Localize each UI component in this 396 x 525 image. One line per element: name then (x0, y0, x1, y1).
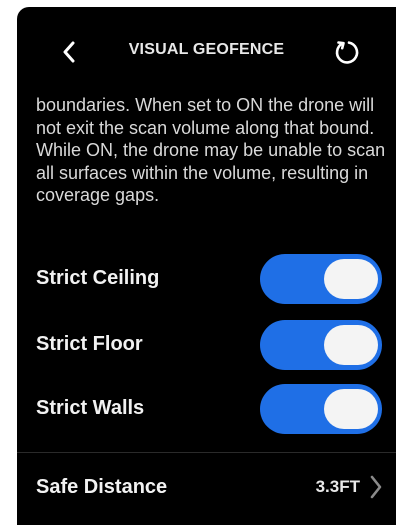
toggle-knob (324, 259, 378, 299)
chevron-right-icon (366, 471, 386, 503)
strict-walls-toggle[interactable] (260, 384, 382, 434)
strict-floor-row: Strict Floor (36, 320, 382, 370)
safe-distance-label: Safe Distance (36, 476, 168, 498)
toggle-knob (324, 389, 378, 429)
safe-distance-value: 3.3FT (315, 477, 360, 496)
strict-walls-label: Strict Walls (36, 397, 145, 419)
strict-ceiling-row: Strict Ceiling (36, 254, 382, 304)
strict-floor-toggle[interactable] (260, 320, 382, 370)
reset-icon (335, 41, 359, 64)
divider (17, 452, 396, 453)
geofence-panel: VISUAL GEOFENCE boundaries. When set to … (17, 7, 396, 525)
header: VISUAL GEOFENCE (17, 35, 396, 69)
strict-ceiling-label: Strict Ceiling (36, 267, 160, 289)
description-text: boundaries. When set to ON the drone wil… (36, 95, 386, 206)
strict-floor-label: Strict Floor (36, 333, 143, 355)
strict-walls-row: Strict Walls (36, 384, 382, 434)
safe-distance-row[interactable]: Safe Distance 3.3FT (36, 467, 386, 507)
reset-button[interactable] (330, 35, 364, 69)
toggle-knob (324, 325, 378, 365)
strict-ceiling-toggle[interactable] (260, 254, 382, 304)
